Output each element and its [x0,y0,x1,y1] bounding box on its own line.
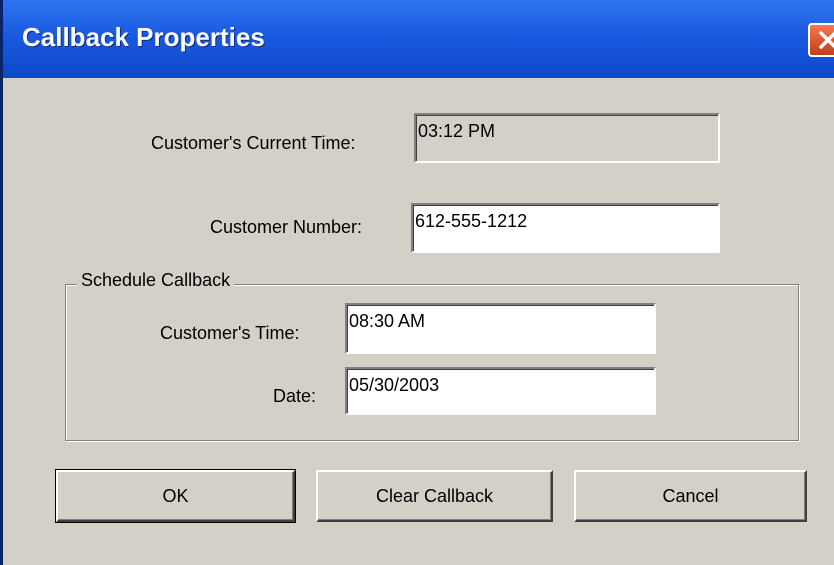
current-time-label: Customer's Current Time: [151,133,356,153]
customer-number-label: Customer Number: [210,217,363,237]
current-time-field: 03:12 PM [414,113,720,163]
customer-time-label: Customer's Time: [160,323,300,343]
window-title: Callback Properties [22,22,265,52]
customer-number-input[interactable]: 612-555-1212 [411,203,720,253]
date-label: Date: [273,386,317,406]
callback-properties-dialog: Callback Properties Customer's Current T… [0,0,834,565]
cancel-button[interactable]: Cancel [574,470,807,522]
close-button[interactable] [808,23,834,57]
customer-time-input[interactable]: 08:30 AM [345,303,656,354]
date-input[interactable]: 05/30/2003 [345,367,656,415]
schedule-callback-title: Schedule Callback [77,270,235,291]
ok-button[interactable]: OK [55,469,296,523]
close-icon [819,31,834,49]
title-bar[interactable]: Callback Properties [3,0,834,78]
clear-callback-button[interactable]: Clear Callback [316,470,553,522]
